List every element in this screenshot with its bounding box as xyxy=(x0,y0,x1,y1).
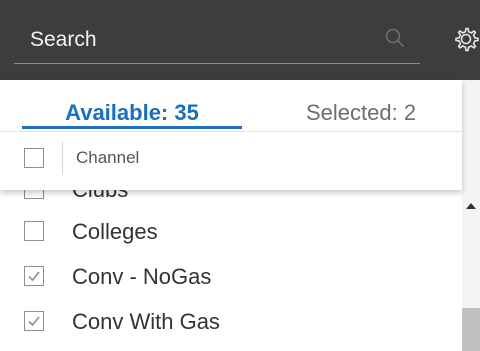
list-item[interactable]: Colleges xyxy=(0,211,462,251)
item-checkbox[interactable] xyxy=(24,221,44,241)
search-field[interactable] xyxy=(14,19,420,64)
item-label: Conv - NoGas xyxy=(72,264,212,289)
scrollbar-thumb[interactable] xyxy=(462,308,480,351)
triangle-up-icon[interactable] xyxy=(464,198,478,216)
active-tab-indicator xyxy=(22,126,242,129)
item-checkbox[interactable] xyxy=(24,190,44,199)
list-header-panel: Available: 35 Selected: 2 Channel xyxy=(0,80,462,190)
select-all-checkbox[interactable] xyxy=(24,148,44,168)
checkmark-icon xyxy=(28,316,40,327)
search-input[interactable] xyxy=(14,19,390,61)
column-separator xyxy=(62,141,63,175)
tab-available[interactable]: Available: 35 xyxy=(22,98,242,128)
search-bar xyxy=(0,0,480,80)
item-checkbox-checked[interactable] xyxy=(24,311,44,331)
list-item[interactable]: Conv - NoGas xyxy=(0,256,462,296)
channel-list: Clubs Colleges Conv - NoGas Conv With Ga… xyxy=(0,190,462,351)
item-label: Colleges xyxy=(72,219,158,244)
item-label: Conv With Gas xyxy=(72,309,220,334)
checkmark-icon xyxy=(28,271,40,282)
item-checkbox-checked[interactable] xyxy=(24,266,44,286)
gear-icon[interactable] xyxy=(452,25,480,58)
item-label: Clubs xyxy=(72,190,128,203)
list-item[interactable]: Clubs xyxy=(0,190,462,209)
search-icon[interactable] xyxy=(385,28,405,53)
tab-selected[interactable]: Selected: 2 xyxy=(306,98,416,128)
divider xyxy=(0,131,462,132)
list-item[interactable]: Conv With Gas xyxy=(0,301,462,341)
column-header-channel[interactable]: Channel xyxy=(76,148,139,168)
